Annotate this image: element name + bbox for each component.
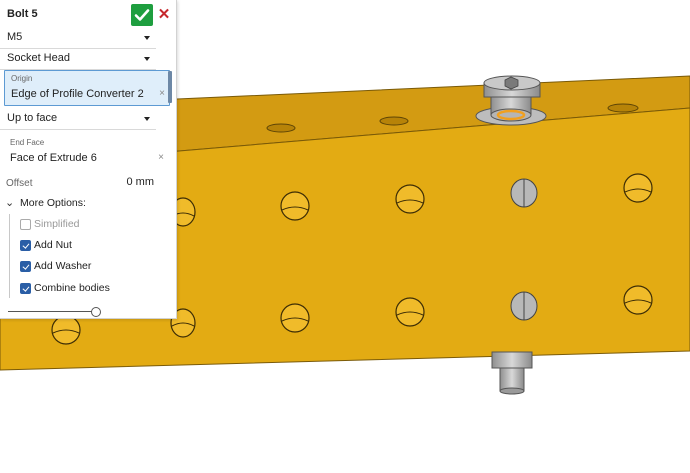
slider-handle[interactable]	[91, 307, 101, 317]
chevron-down-icon	[144, 117, 150, 121]
checkbox[interactable]	[20, 219, 31, 230]
offset-row: Offset 0 mm	[0, 174, 176, 192]
origin-label: Origin	[11, 74, 33, 83]
head-type-value: Socket Head	[7, 52, 70, 64]
offset-label: Offset	[6, 178, 33, 189]
slider-track	[8, 311, 96, 312]
more-options-toggle[interactable]: ⌄ More Options:	[0, 195, 176, 211]
option-label: Simplified	[34, 218, 80, 230]
options-divider	[9, 214, 10, 298]
origin-value: Edge of Profile Converter 2	[11, 88, 144, 100]
size-value: M5	[7, 31, 23, 43]
chevron-down-icon	[144, 36, 150, 40]
dialog-title: Bolt 5	[7, 8, 38, 20]
end-face-selection-field[interactable]: End Face Face of Extrude 6 ×	[4, 135, 168, 167]
selection-scrollbar[interactable]	[168, 71, 172, 103]
end-type-dropdown[interactable]: Up to face	[0, 108, 156, 130]
check-icon	[134, 9, 150, 21]
origin-selection-field[interactable]: Origin Edge of Profile Converter 2 ×	[4, 70, 170, 106]
checkbox[interactable]	[20, 261, 31, 272]
checkbox[interactable]	[20, 240, 31, 251]
end-face-value: Face of Extrude 6	[10, 152, 97, 164]
remove-selection-icon[interactable]: ×	[159, 88, 165, 99]
remove-selection-icon[interactable]: ×	[158, 152, 164, 163]
checkbox[interactable]	[20, 283, 31, 294]
option-label: Add Nut	[34, 239, 72, 251]
cancel-button[interactable]: ✕	[157, 7, 171, 23]
chevron-down-icon	[144, 57, 150, 61]
confirm-button[interactable]	[131, 4, 153, 26]
offset-input[interactable]: 0 mm	[127, 176, 155, 188]
dialog-header: Bolt 5 ✕	[0, 0, 176, 27]
more-options-label: More Options:	[20, 197, 86, 209]
bolt-feature-dialog: Bolt 5 ✕ M5 Socket Head Origin Edge of P…	[0, 0, 177, 319]
head-type-dropdown[interactable]: Socket Head	[0, 48, 156, 70]
close-icon: ✕	[157, 6, 171, 23]
end-type-value: Up to face	[7, 112, 58, 124]
chevron-down-icon: ⌄	[5, 197, 15, 209]
option-label: Combine bodies	[34, 282, 110, 294]
size-dropdown[interactable]: M5	[0, 27, 156, 49]
option-label: Add Washer	[34, 260, 92, 272]
end-face-label: End Face	[10, 138, 45, 147]
